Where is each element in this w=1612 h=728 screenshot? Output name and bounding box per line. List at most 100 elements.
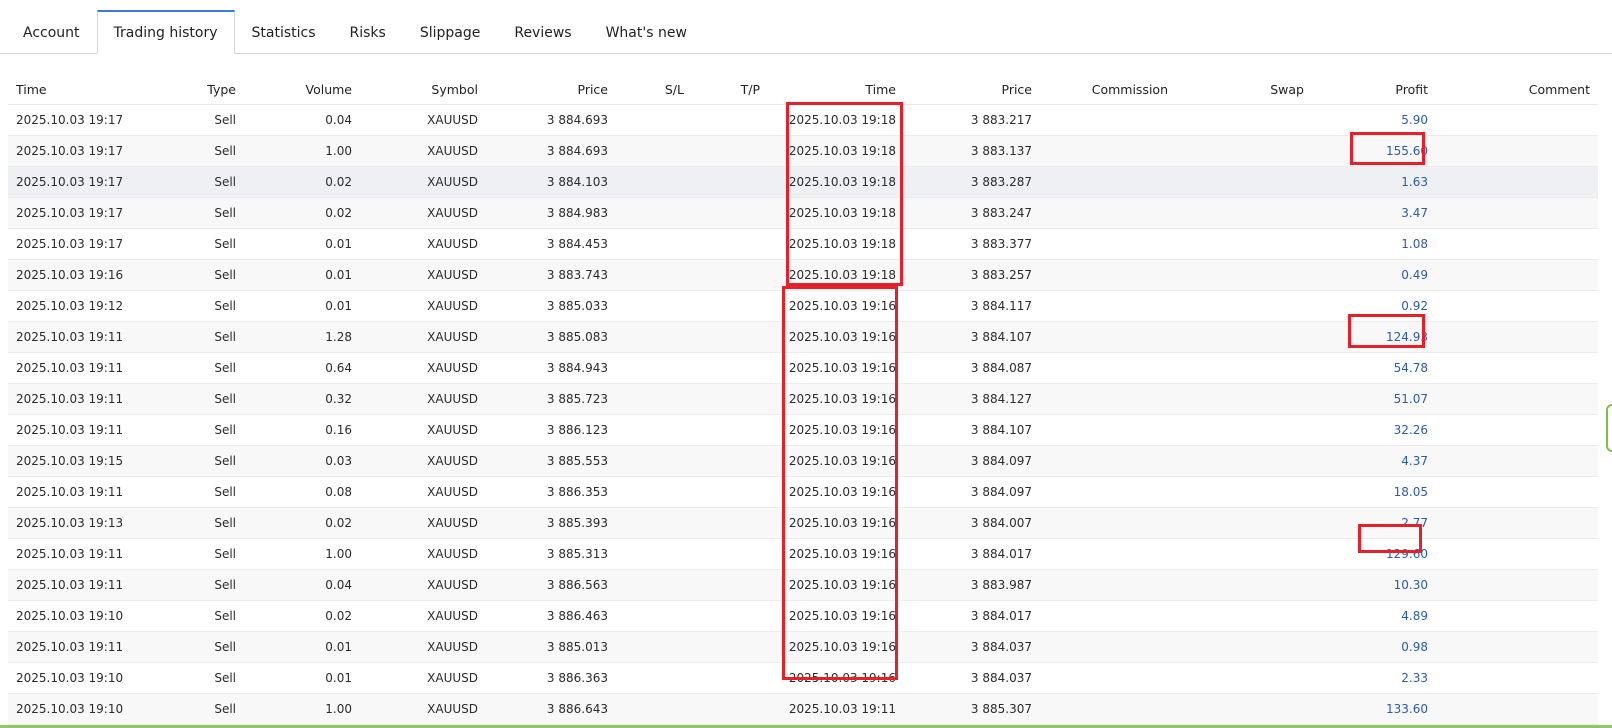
table-row[interactable]: 2025.10.03 19:17 Sell 0.04 XAUUSD 3 884.693 2… xyxy=(8,104,1598,136)
cell-take-profit xyxy=(692,445,768,477)
cell-close-time: 2025.10.03 19:16 xyxy=(768,538,904,570)
cell-close-time: 2025.10.03 19:18 xyxy=(768,228,904,260)
table-row[interactable]: 2025.10.03 19:15 Sell 0.03 XAUUSD 3 885.553 2… xyxy=(8,445,1598,477)
cell-take-profit xyxy=(692,290,768,322)
header-stop-loss[interactable]: S/L xyxy=(616,74,692,105)
cell-volume: 0.01 xyxy=(244,259,360,291)
cell-type: Sell xyxy=(158,135,244,167)
cell-open-price: 3 884.693 xyxy=(486,104,616,136)
cell-open-time: 2025.10.03 19:17 xyxy=(8,197,158,229)
trading-history-table-wrap: Time Type Volume Symbol Price S/L T/P Ti… xyxy=(8,74,1598,725)
cell-type: Sell xyxy=(158,259,244,291)
table-row[interactable]: 2025.10.03 19:11 Sell 0.01 XAUUSD 3 885.013 2… xyxy=(8,631,1598,663)
cell-open-price: 3 886.353 xyxy=(486,476,616,508)
cell-swap xyxy=(1176,352,1312,384)
cell-comment xyxy=(1436,321,1598,353)
table-row[interactable]: 2025.10.03 19:11 Sell 0.32 XAUUSD 3 885.723 2… xyxy=(8,383,1598,415)
cell-take-profit xyxy=(692,352,768,384)
cell-open-price: 3 885.553 xyxy=(486,445,616,477)
tab-account[interactable]: Account xyxy=(6,12,97,54)
tab-statistics[interactable]: Statistics xyxy=(235,12,333,54)
cell-commission xyxy=(1040,569,1176,601)
cell-comment xyxy=(1436,507,1598,539)
table-row[interactable]: 2025.10.03 19:17 Sell 0.01 XAUUSD 3 884.453 2… xyxy=(8,228,1598,260)
table-row[interactable]: 2025.10.03 19:17 Sell 0.02 XAUUSD 3 884.103 2… xyxy=(8,166,1598,198)
header-close-price[interactable]: Price xyxy=(904,74,1040,105)
table-row[interactable]: 2025.10.03 19:11 Sell 1.00 XAUUSD 3 885.313 2… xyxy=(8,538,1598,570)
table-row[interactable]: 2025.10.03 19:10 Sell 0.02 XAUUSD 3 886.463 2… xyxy=(8,600,1598,632)
cell-commission xyxy=(1040,538,1176,570)
cell-close-price: 3 883.217 xyxy=(904,104,1040,136)
header-open-time[interactable]: Time xyxy=(8,74,158,105)
cell-close-time: 2025.10.03 19:16 xyxy=(768,414,904,446)
cell-close-price: 3 883.257 xyxy=(904,259,1040,291)
table-row[interactable]: 2025.10.03 19:10 Sell 1.00 XAUUSD 3 886.643 2… xyxy=(8,693,1598,725)
cell-comment xyxy=(1436,197,1598,229)
cell-profit: 2.77 xyxy=(1312,507,1436,539)
cell-take-profit xyxy=(692,662,768,694)
header-profit[interactable]: Profit xyxy=(1312,74,1436,105)
cell-type: Sell xyxy=(158,383,244,415)
cell-type: Sell xyxy=(158,166,244,198)
cell-open-price: 3 885.083 xyxy=(486,321,616,353)
cell-type: Sell xyxy=(158,693,244,725)
cell-volume: 0.16 xyxy=(244,414,360,446)
cell-take-profit xyxy=(692,600,768,632)
cell-comment xyxy=(1436,538,1598,570)
header-commission[interactable]: Commission xyxy=(1040,74,1176,105)
cell-commission xyxy=(1040,352,1176,384)
cell-type: Sell xyxy=(158,507,244,539)
cell-close-time: 2025.10.03 19:16 xyxy=(768,507,904,539)
tab-trading-history[interactable]: Trading history xyxy=(96,10,235,54)
table-row[interactable]: 2025.10.03 19:10 Sell 0.01 XAUUSD 3 886.363 2… xyxy=(8,662,1598,694)
cell-take-profit xyxy=(692,631,768,663)
cell-profit: 1.08 xyxy=(1312,228,1436,260)
table-row[interactable]: 2025.10.03 19:13 Sell 0.02 XAUUSD 3 885.393 2… xyxy=(8,507,1598,539)
cell-take-profit xyxy=(692,538,768,570)
table-row[interactable]: 2025.10.03 19:17 Sell 1.00 XAUUSD 3 884.693 2… xyxy=(8,135,1598,167)
table-row[interactable]: 2025.10.03 19:12 Sell 0.01 XAUUSD 3 885.033 2… xyxy=(8,290,1598,322)
header-swap[interactable]: Swap xyxy=(1176,74,1312,105)
cell-symbol: XAUUSD xyxy=(360,414,486,446)
cell-stop-loss xyxy=(616,662,692,694)
cell-comment xyxy=(1436,135,1598,167)
table-row[interactable]: 2025.10.03 19:11 Sell 1.28 XAUUSD 3 885.083 2… xyxy=(8,321,1598,353)
tab-reviews[interactable]: Reviews xyxy=(497,12,588,54)
cell-close-time: 2025.10.03 19:16 xyxy=(768,662,904,694)
table-row[interactable]: 2025.10.03 19:17 Sell 0.02 XAUUSD 3 884.983 2… xyxy=(8,197,1598,229)
table-row[interactable]: 2025.10.03 19:11 Sell 0.08 XAUUSD 3 886.353 2… xyxy=(8,476,1598,508)
cell-open-price: 3 885.013 xyxy=(486,631,616,663)
cell-stop-loss xyxy=(616,135,692,167)
cell-symbol: XAUUSD xyxy=(360,631,486,663)
cell-stop-loss xyxy=(616,104,692,136)
side-panel-handle[interactable] xyxy=(1606,404,1612,452)
header-open-price[interactable]: Price xyxy=(486,74,616,105)
cell-swap xyxy=(1176,445,1312,477)
cell-symbol: XAUUSD xyxy=(360,352,486,384)
table-row[interactable]: 2025.10.03 19:11 Sell 0.16 XAUUSD 3 886.123 2… xyxy=(8,414,1598,446)
table-row[interactable]: 2025.10.03 19:11 Sell 0.04 XAUUSD 3 886.563 2… xyxy=(8,569,1598,601)
cell-commission xyxy=(1040,693,1176,725)
cell-commission xyxy=(1040,104,1176,136)
cell-swap xyxy=(1176,383,1312,415)
table-row[interactable]: 2025.10.03 19:11 Sell 0.64 XAUUSD 3 884.943 2… xyxy=(8,352,1598,384)
cell-stop-loss xyxy=(616,383,692,415)
tab-whats-new[interactable]: What's new xyxy=(589,12,704,54)
cell-open-price: 3 886.563 xyxy=(486,569,616,601)
header-close-time[interactable]: Time xyxy=(768,74,904,105)
header-symbol[interactable]: Symbol xyxy=(360,74,486,105)
cell-commission xyxy=(1040,259,1176,291)
cell-open-time: 2025.10.03 19:15 xyxy=(8,445,158,477)
cell-close-time: 2025.10.03 19:18 xyxy=(768,104,904,136)
tab-risks[interactable]: Risks xyxy=(333,12,403,54)
header-comment[interactable]: Comment xyxy=(1436,74,1598,105)
cell-close-price: 3 883.247 xyxy=(904,197,1040,229)
table-row[interactable]: 2025.10.03 19:16 Sell 0.01 XAUUSD 3 883.743 2… xyxy=(8,259,1598,291)
header-volume[interactable]: Volume xyxy=(244,74,360,105)
tab-slippage[interactable]: Slippage xyxy=(403,12,498,54)
header-take-profit[interactable]: T/P xyxy=(692,74,768,105)
header-type[interactable]: Type xyxy=(158,74,244,105)
cell-take-profit xyxy=(692,166,768,198)
cell-symbol: XAUUSD xyxy=(360,290,486,322)
cell-symbol: XAUUSD xyxy=(360,507,486,539)
